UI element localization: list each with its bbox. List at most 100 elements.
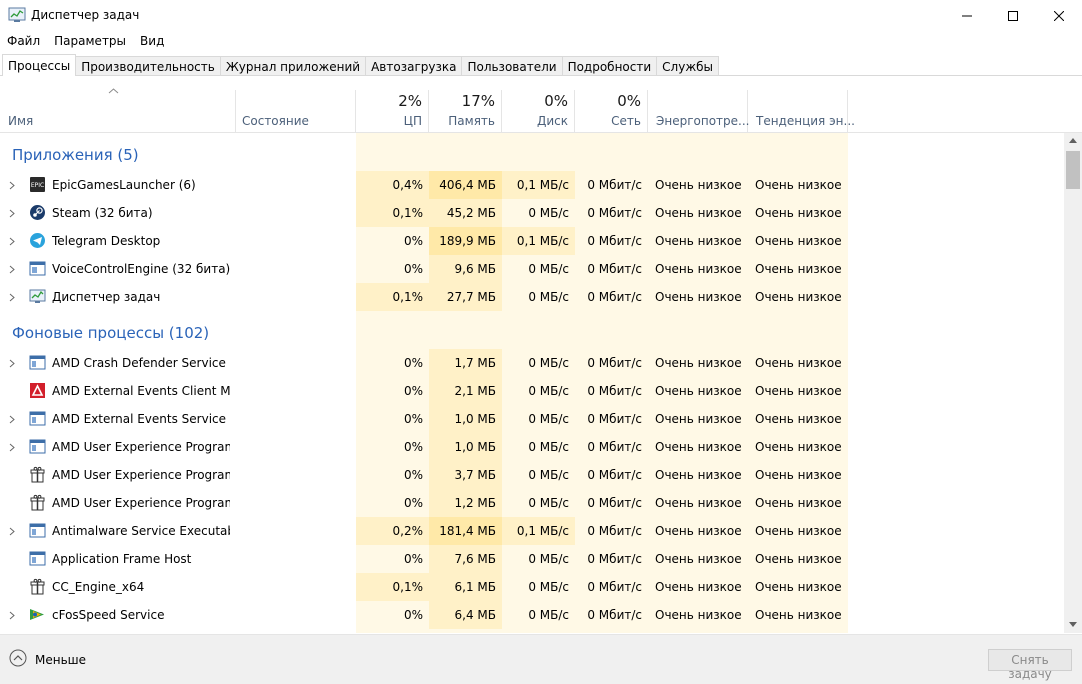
process-mem-value: 406,4 МБ (429, 171, 502, 199)
process-disk-value: 0 МБ/с (502, 433, 575, 461)
column-header-name[interactable]: Имя (0, 90, 236, 133)
process-net-value: 0 Мбит/с (587, 412, 642, 426)
maximize-button[interactable] (990, 0, 1036, 31)
process-row[interactable]: CC_Engine_x64 0,1% 6,1 МБ 0 МБ/с 0 Мбит/с Оче… (0, 573, 1064, 601)
process-name: AMD User Experience Program ... (52, 468, 230, 482)
chevron-right-icon[interactable] (9, 527, 15, 536)
chevron-right-icon[interactable] (9, 443, 15, 452)
process-row[interactable]: Antimalware Service Executable 0,2% 181,4 … (0, 517, 1064, 545)
column-header-disk[interactable]: 0% Диск (502, 90, 575, 133)
tab-users[interactable]: Пользователи (462, 56, 563, 76)
process-net-value: 0 Мбит/с (587, 290, 642, 304)
process-row[interactable]: VoiceControlEngine (32 бита) 0% 9,6 МБ 0 МБ… (0, 255, 1064, 283)
chevron-right-icon[interactable] (9, 415, 15, 424)
process-disk-value: 0 МБ/с (502, 377, 575, 405)
fewer-details-link[interactable]: Меньше (35, 653, 86, 667)
minimize-button[interactable] (944, 0, 990, 31)
tab-details[interactable]: Подробности (562, 56, 658, 76)
process-trend-value: Очень низкое (755, 580, 842, 594)
process-cpu-value: 0% (356, 377, 429, 405)
process-row[interactable]: Диспетчер задач 0,1% 27,7 МБ 0 МБ/с 0 Мбит/с… (0, 283, 1064, 311)
process-row[interactable]: AMD Crash Defender Service 0% 1,7 МБ 0 МБ/с… (0, 349, 1064, 377)
process-group-header[interactable]: Фоновые процессы (102) (0, 311, 1064, 351)
chevron-right-icon[interactable] (9, 611, 15, 620)
column-header-network[interactable]: 0% Сеть (575, 90, 648, 133)
scroll-down-arrow-icon[interactable] (1069, 622, 1077, 627)
process-power-value: Очень низкое (655, 234, 742, 248)
process-name: Диспетчер задач (52, 290, 161, 304)
steam-icon (30, 205, 45, 220)
tab-processes[interactable]: Процессы (2, 54, 77, 76)
process-name: AMD External Events Service M... (52, 412, 230, 426)
process-group-title: Фоновые процессы (102) (12, 324, 210, 342)
process-row[interactable]: cFosSpeed Service 0% 6,4 МБ 0 МБ/с 0 Мбит/с О… (0, 601, 1064, 629)
process-row[interactable]: AMD User Experience Program ...0%1,2 МБ0… (0, 489, 1064, 517)
column-header-memory[interactable]: 17% Память (429, 90, 502, 133)
column-status-label: Состояние (242, 114, 309, 128)
process-row[interactable]: EPIC EpicGamesLauncher (6) 0,4% 406,4 МБ 0,1… (0, 171, 1064, 199)
menu-options[interactable]: Параметры (47, 31, 133, 53)
process-net-value: 0 Мбит/с (587, 206, 642, 220)
process-row[interactable]: Application Frame Host 0% 7,6 МБ 0 МБ/с 0 Мб… (0, 545, 1064, 573)
tab-startup[interactable]: Автозагрузка (366, 56, 463, 76)
chevron-up-circle-icon[interactable] (9, 649, 27, 667)
process-mem-value: 1,2 МБ (429, 489, 502, 517)
chevron-right-icon[interactable] (9, 209, 15, 218)
process-row[interactable]: Telegram Desktop 0% 189,9 МБ 0,1 МБ/с 0 Мбит… (0, 227, 1064, 255)
vertical-scrollbar[interactable] (1064, 133, 1082, 633)
menu-file[interactable]: Файл (0, 31, 47, 53)
column-power-label: Энергопотре... (656, 114, 750, 128)
process-trend-value: Очень низкое (755, 496, 842, 510)
process-power-value: Очень низкое (655, 290, 742, 304)
process-group-header[interactable]: Приложения (5) (0, 133, 1064, 173)
footer-bar: Меньше Снять задачу (0, 634, 1082, 684)
service-icon (29, 439, 46, 454)
tab-services[interactable]: Службы (657, 56, 720, 76)
chevron-right-icon[interactable] (9, 265, 15, 274)
process-row[interactable]: AMD External Events Service M... 0%1,0 МБ… (0, 405, 1064, 433)
tab-app-history[interactable]: Журнал приложений (220, 56, 367, 76)
process-name: Application Frame Host (52, 552, 192, 566)
service-icon (29, 355, 46, 370)
chevron-right-icon[interactable] (9, 237, 15, 246)
process-power-value: Очень низкое (655, 262, 742, 276)
scroll-up-arrow-icon[interactable] (1069, 138, 1077, 143)
process-disk-value: 0,1 МБ/с (502, 227, 575, 255)
process-power-value: Очень низкое (655, 178, 742, 192)
process-cpu-value: 0% (356, 255, 429, 283)
process-name: VoiceControlEngine (32 бита) (52, 262, 230, 276)
menu-view[interactable]: Вид (133, 31, 171, 53)
process-disk-value: 0 МБ/с (502, 489, 575, 517)
close-button[interactable] (1036, 0, 1082, 31)
column-header-power-trend[interactable]: Тенденция эн... (748, 90, 855, 133)
process-disk-value: 0 МБ/с (502, 601, 575, 629)
gift-box-icon (30, 466, 45, 483)
scrollbar-thumb[interactable] (1066, 151, 1080, 189)
process-row[interactable]: AMD User Experience Program ...0%1,0 МБ0… (0, 433, 1064, 461)
app-window-icon (29, 261, 46, 276)
chevron-right-icon[interactable] (9, 293, 15, 302)
chevron-right-icon[interactable] (9, 359, 15, 368)
process-power-value: Очень низкое (655, 356, 742, 370)
process-list: Приложения (5) EPIC EpicGamesLauncher (6) 0… (0, 133, 1064, 633)
svg-text:EPIC: EPIC (31, 182, 44, 189)
task-manager-icon (29, 289, 46, 303)
process-cpu-value: 0,1% (356, 283, 429, 311)
process-name: AMD Crash Defender Service (52, 356, 226, 370)
tab-performance[interactable]: Производительность (76, 56, 221, 76)
process-net-value: 0 Мбит/с (587, 384, 642, 398)
epic-games-icon: EPIC (30, 177, 45, 192)
service-icon (29, 411, 46, 426)
process-row[interactable]: Steam (32 бита) 0,1% 45,2 МБ 0 МБ/с 0 Мбит/с… (0, 199, 1064, 227)
process-row[interactable]: AMD External Events Client Mo... 0% 2,1 МБ… (0, 377, 1064, 405)
column-header-cpu[interactable]: 2% ЦП (356, 90, 429, 133)
chevron-right-icon[interactable] (9, 181, 15, 190)
maximize-icon (1008, 10, 1018, 21)
process-row[interactable]: AMD User Experience Program ...0%3,7 МБ0… (0, 461, 1064, 489)
process-cpu-value: 0% (356, 433, 429, 461)
column-header-status[interactable]: Состояние (236, 90, 356, 133)
column-header-power[interactable]: Энергопотре... (648, 90, 750, 133)
process-power-value: Очень низкое (655, 608, 742, 622)
end-task-button[interactable]: Снять задачу (988, 649, 1072, 681)
gift-box-icon (30, 494, 45, 511)
